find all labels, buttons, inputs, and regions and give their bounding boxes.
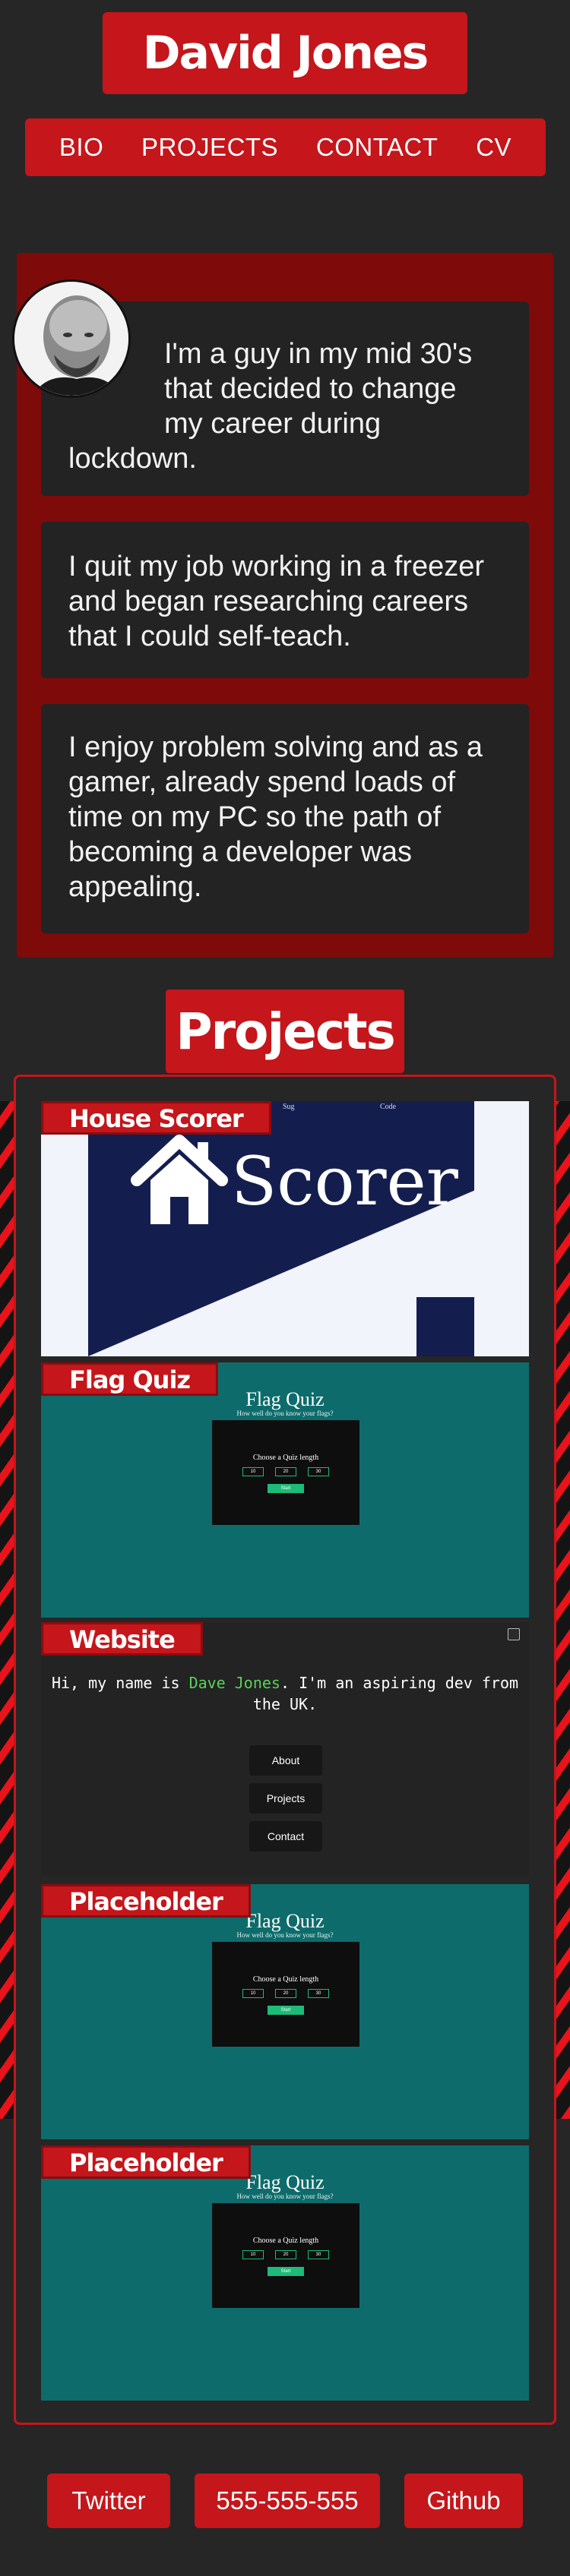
project-placeholder[interactable]: Flag Quiz How well do you know your flag… (41, 2145, 529, 2401)
quiz-option[interactable]: 20 (275, 1989, 296, 1998)
quiz-subtitle: How well do you know your flags? (236, 2192, 334, 2200)
project-placeholder[interactable]: Flag Quiz How well do you know your flag… (41, 1884, 529, 2139)
nav-item-contact[interactable]: CONTACT (316, 133, 439, 162)
quiz-prompt: Choose a Quiz length (252, 1975, 319, 1984)
bio-text: I quit my job working in a freezer and b… (68, 551, 485, 652)
bio-text: I enjoy problem solving and as a gamer, … (68, 731, 483, 903)
main-nav: BIO PROJECTS CONTACT CV (25, 118, 546, 176)
quiz-option[interactable]: 20 (275, 1467, 296, 1476)
github-link[interactable]: Github (404, 2473, 523, 2528)
quiz-option[interactable]: 10 (242, 1989, 264, 1998)
site-title-box: David Jones (103, 12, 467, 94)
nav-item-cv[interactable]: CV (476, 133, 511, 162)
project-label: Flag Quiz (41, 1362, 219, 1396)
quiz-option[interactable]: 30 (308, 2250, 329, 2259)
preview-nav-link: Sug (283, 1103, 295, 1111)
site-title: David Jones (142, 27, 429, 80)
quiz-subtitle: How well do you know your flags? (236, 1410, 334, 1417)
quiz-start-button[interactable]: Start (268, 1484, 304, 1493)
website-contact-button[interactable]: Contact (249, 1821, 322, 1852)
bio-text: I'm a guy in my mid 30's that decided to… (164, 338, 473, 440)
quiz-box: Choose a Quiz length 10 20 30 Start (212, 1420, 359, 1525)
website-projects-button[interactable]: Projects (249, 1783, 322, 1814)
quiz-prompt: Choose a Quiz length (252, 1454, 319, 1462)
quiz-option[interactable]: 30 (308, 1467, 329, 1476)
quiz-start-button[interactable]: Start (268, 2267, 304, 2276)
quiz-option[interactable]: 20 (275, 2250, 296, 2259)
avatar (12, 279, 131, 398)
nav-item-bio[interactable]: BIO (59, 133, 103, 162)
quiz-option[interactable]: 10 (242, 1467, 264, 1476)
website-intro: Hi, my name is Dave Jones. I'm an aspiri… (51, 1674, 519, 1713)
quiz-box: Choose a Quiz length 10 20 30 Start (212, 2203, 359, 2308)
project-label: House Scorer (41, 1101, 271, 1135)
checkbox-icon[interactable] (508, 1628, 520, 1640)
project-label: Placeholder (41, 2145, 251, 2179)
intro-name: Dave Jones (188, 1674, 280, 1692)
twitter-link[interactable]: Twitter (47, 2473, 170, 2528)
bio-text: lockdown. (68, 443, 197, 475)
project-label: Website (41, 1622, 203, 1656)
quiz-box: Choose a Quiz length 10 20 30 Start (212, 1942, 359, 2047)
phone-link[interactable]: 555-555-555 (195, 2473, 380, 2528)
bio-card: I quit my job working in a freezer and b… (41, 522, 529, 678)
project-flag-quiz[interactable]: Flag Quiz How well do you know your flag… (41, 1362, 529, 1618)
quiz-start-button[interactable]: Start (268, 2006, 304, 2015)
quiz-subtitle: How well do you know your flags? (236, 1931, 334, 1939)
project-website[interactable]: Hi, my name is Dave Jones. I'm an aspiri… (41, 1622, 529, 1876)
project-label: Placeholder (41, 1884, 251, 1918)
website-about-button[interactable]: About (249, 1745, 322, 1776)
projects-title-box: Projects (166, 990, 404, 1073)
project-house-scorer[interactable]: Sug Code Scorer House Scorer (41, 1101, 529, 1356)
bio-card: I enjoy problem solving and as a gamer, … (41, 704, 529, 933)
quiz-option[interactable]: 30 (308, 1989, 329, 1998)
quiz-option[interactable]: 10 (242, 2250, 264, 2259)
projects-title: Projects (176, 1002, 396, 1061)
quiz-prompt: Choose a Quiz length (252, 2237, 319, 2245)
preview-nav-link: Code (380, 1103, 397, 1111)
house-icon (131, 1135, 228, 1224)
nav-item-projects[interactable]: PROJECTS (141, 133, 278, 162)
house-scorer-logo-text: Scorer (231, 1142, 458, 1220)
